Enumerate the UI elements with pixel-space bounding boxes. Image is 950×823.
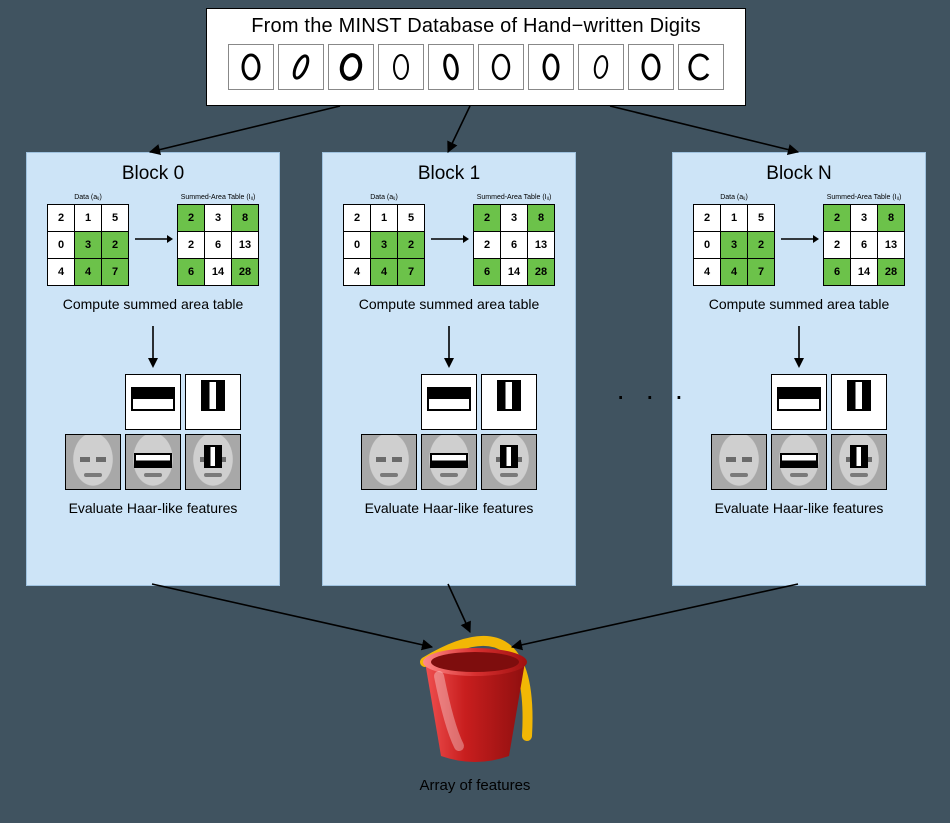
eval-haar-label: Evaluate Haar-like features: [323, 500, 575, 516]
eval-haar-label: Evaluate Haar-like features: [27, 500, 279, 516]
haar-cell-blank: [361, 374, 417, 430]
haar-face-plain: [361, 434, 417, 490]
sat-data-caption: Data (aᵢⱼ): [74, 193, 102, 201]
sat-diagram: Data (aᵢⱼ) 215032447 Summed-Area Table (…: [323, 193, 575, 286]
mnist-digit: [528, 44, 574, 90]
haar-face-vertical: [185, 434, 241, 490]
down-arrow-icon: [789, 324, 809, 368]
haar-feature-grid: [673, 374, 925, 490]
haar-face-vertical: [831, 434, 887, 490]
mnist-digit-row: [207, 44, 745, 90]
mnist-digit: [578, 44, 624, 90]
mnist-digit: [328, 44, 374, 90]
haar-face-horizontal: [421, 434, 477, 490]
eval-haar-label: Evaluate Haar-like features: [673, 500, 925, 516]
compute-sat-label: Compute summed area table: [673, 296, 925, 312]
mnist-digit: [228, 44, 274, 90]
processing-block: Block 0 Data (aᵢⱼ) 215032447 Summed-Area…: [26, 152, 280, 586]
haar-feature-vertical-icon: [185, 374, 241, 430]
sat-summed-caption: Summed-Area Table (Iᵢⱼ): [477, 193, 552, 201]
haar-feature-horizontal-icon: [771, 374, 827, 430]
haar-feature-horizontal-icon: [125, 374, 181, 430]
processing-block: Block N Data (aᵢⱼ) 215032447 Summed-Area…: [672, 152, 926, 586]
compute-sat-label: Compute summed area table: [27, 296, 279, 312]
mnist-digit: [278, 44, 324, 90]
mnist-digit: [478, 44, 524, 90]
right-arrow-icon: [779, 239, 819, 240]
processing-block: Block 1 Data (aᵢⱼ) 215032447 Summed-Area…: [322, 152, 576, 586]
haar-cell-blank: [65, 374, 121, 430]
bucket-icon: [395, 616, 555, 766]
sat-summed-caption: Summed-Area Table (Iᵢⱼ): [827, 193, 902, 201]
haar-feature-grid: [323, 374, 575, 490]
haar-cell-blank: [711, 374, 767, 430]
haar-face-plain: [65, 434, 121, 490]
output-bucket: Array of features: [395, 616, 555, 794]
sat-summed-caption: Summed-Area Table (Iᵢⱼ): [181, 193, 256, 201]
haar-face-horizontal: [125, 434, 181, 490]
haar-feature-vertical-icon: [481, 374, 537, 430]
mnist-digit: [428, 44, 474, 90]
sat-data-caption: Data (aᵢⱼ): [370, 193, 398, 201]
ellipsis: · · ·: [616, 380, 690, 412]
haar-face-plain: [711, 434, 767, 490]
compute-sat-label: Compute summed area table: [323, 296, 575, 312]
sat-diagram: Data (aᵢⱼ) 215032447 Summed-Area Table (…: [27, 193, 279, 286]
output-label: Array of features: [395, 777, 555, 794]
right-arrow-icon: [429, 239, 469, 240]
mnist-digit: [628, 44, 674, 90]
haar-feature-grid: [27, 374, 279, 490]
block-title: Block 1: [323, 163, 575, 185]
down-arrow-icon: [143, 324, 163, 368]
down-arrow-icon: [439, 324, 459, 368]
block-title: Block 0: [27, 163, 279, 185]
mnist-title: From the MINST Database of Hand−written …: [207, 15, 745, 38]
haar-feature-vertical-icon: [831, 374, 887, 430]
block-title: Block N: [673, 163, 925, 185]
mnist-header-box: From the MINST Database of Hand−written …: [206, 8, 746, 106]
haar-face-horizontal: [771, 434, 827, 490]
haar-feature-horizontal-icon: [421, 374, 477, 430]
mnist-digit: [378, 44, 424, 90]
right-arrow-icon: [133, 239, 173, 240]
mnist-digit: [678, 44, 724, 90]
haar-face-vertical: [481, 434, 537, 490]
sat-diagram: Data (aᵢⱼ) 215032447 Summed-Area Table (…: [673, 193, 925, 286]
sat-data-caption: Data (aᵢⱼ): [720, 193, 748, 201]
